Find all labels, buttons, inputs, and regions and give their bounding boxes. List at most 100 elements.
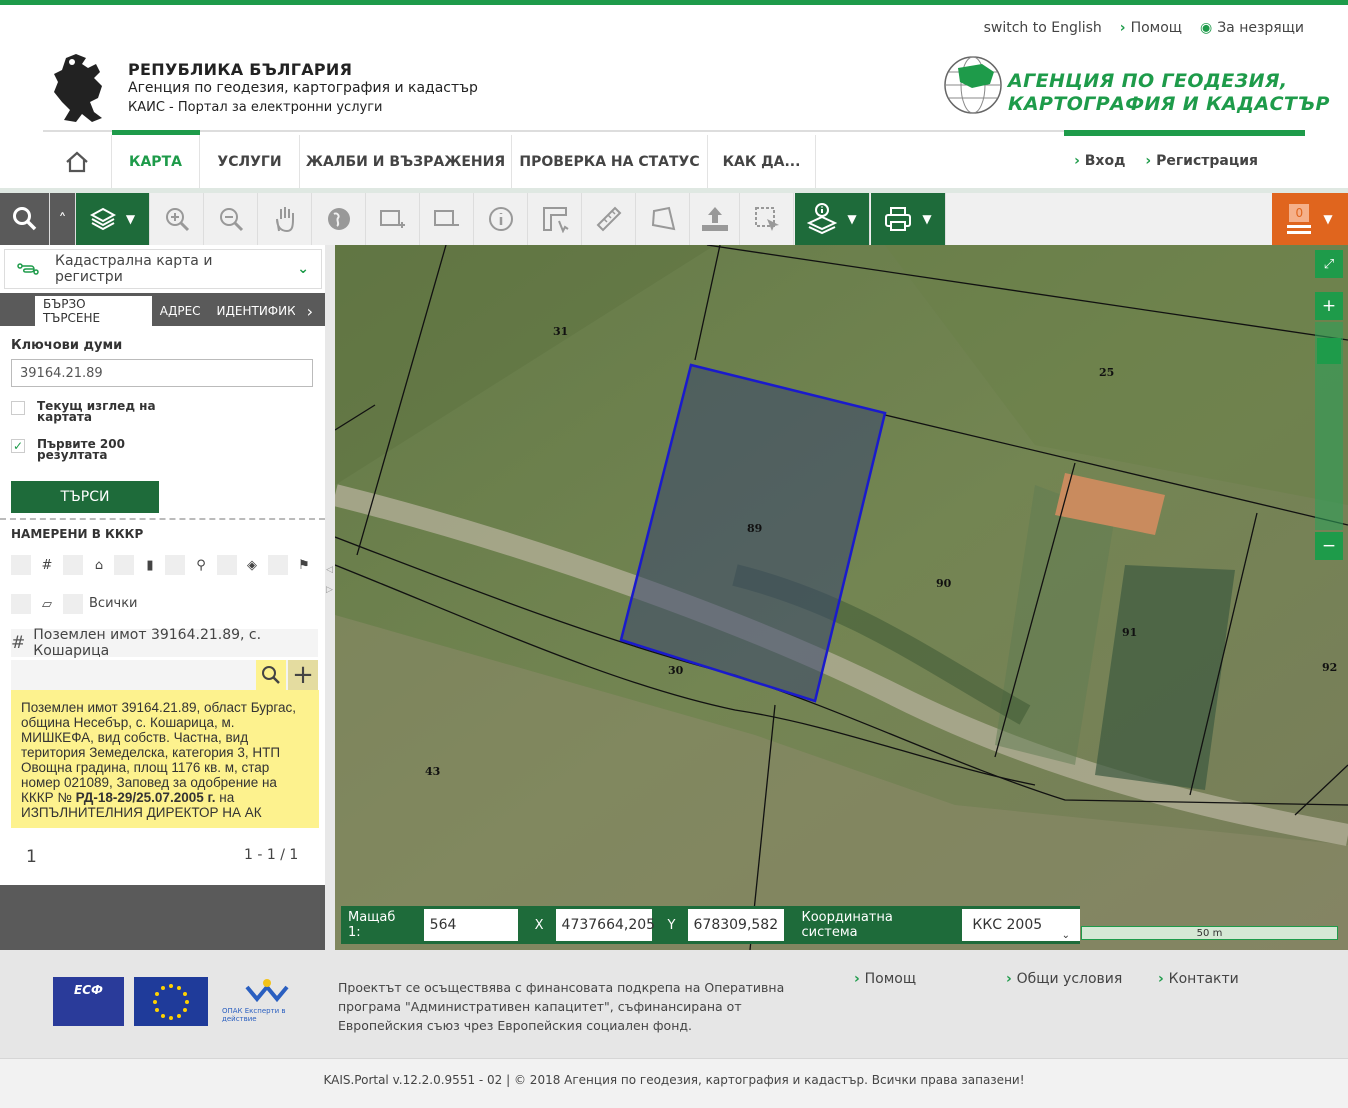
portal-subtitle: КАИС - Портал за електронни услуги — [128, 100, 383, 115]
list-icon: 0 — [1287, 204, 1312, 234]
polygon-icon — [651, 206, 676, 231]
agency-globe-logo[interactable] — [942, 54, 1004, 116]
zoom-in-tool[interactable] — [151, 193, 204, 245]
plus-icon: + — [292, 660, 314, 690]
satellite-map[interactable]: 31 25 89 90 91 92 30 43 — [335, 245, 1348, 950]
nav-how-to[interactable]: КАК ДА... — [708, 135, 816, 188]
footer-help-link[interactable]: › Помощ — [854, 971, 1006, 987]
project-funding-text: Проектът се осъществява с финансовата по… — [338, 980, 785, 1033]
filter-toggle-5[interactable] — [217, 555, 237, 575]
nav-map[interactable]: КАРТА — [112, 135, 200, 188]
opak-logo[interactable]: ОПАК Експерти в действие — [222, 977, 312, 1026]
parcel-label-89: 89 — [747, 522, 762, 535]
zoom-box-in-tool[interactable] — [367, 193, 420, 245]
add-to-cart-button[interactable]: + — [288, 660, 318, 690]
full-extent-tool[interactable] — [313, 193, 366, 245]
filter-toggle-7[interactable] — [11, 594, 31, 614]
switch-language-link[interactable]: switch to English — [984, 20, 1102, 36]
page-range: 1 - 1 / 1 — [244, 847, 299, 863]
tab-address[interactable]: АДРЕС — [152, 296, 209, 326]
tab-identifier[interactable]: ИДЕНТИФИКА — [209, 296, 295, 326]
filter-toggle-3[interactable] — [114, 555, 134, 575]
chevron-right-icon: › — [1006, 971, 1017, 987]
filter-toggle-1[interactable] — [11, 555, 31, 575]
measure-distance-tool[interactable] — [583, 193, 636, 245]
accessibility-link[interactable]: ◉ За незрящи — [1200, 20, 1304, 36]
layers-icon — [89, 207, 116, 231]
filter-toggle-6[interactable] — [268, 555, 288, 575]
upload-icon — [702, 207, 728, 231]
filter-toggle-4[interactable] — [165, 555, 185, 575]
crs-select[interactable]: ККС 2005 ⌄ — [962, 909, 1080, 941]
filter-all-label: Всички — [89, 596, 138, 611]
coordinates-bar: Мащаб 1: 564 X 4737664,205 Y 678309,582 … — [341, 906, 1080, 944]
sidebar-collapse-handle[interactable]: ◁ ▷ — [325, 245, 335, 950]
coat-of-arms-logo[interactable] — [48, 52, 114, 126]
search-tool-button[interactable] — [0, 193, 50, 245]
chevron-up-icon[interactable]: ˄ — [50, 193, 76, 245]
tab-quick-search[interactable]: БЪРЗО ТЪРСЕНЕ — [35, 296, 152, 326]
map-view[interactable]: 31 25 89 90 91 92 30 43 — [335, 245, 1348, 950]
cart-count: 0 — [1289, 204, 1310, 222]
current-view-label: Текущ изглед на картата — [37, 399, 156, 424]
switch-language-label: switch to English — [983, 20, 1102, 36]
login-link[interactable]: › Вход — [1074, 153, 1125, 169]
zoom-box-out-tool[interactable] — [421, 193, 474, 245]
zoom-out-button[interactable]: − — [1315, 532, 1343, 560]
nav-complaints[interactable]: ЖАЛБИ И ВЪЗРАЖЕНИЯ — [300, 135, 512, 188]
zoom-in-button[interactable]: + — [1315, 292, 1343, 320]
nav-services[interactable]: УСЛУГИ — [200, 135, 300, 188]
select-area-tool[interactable] — [741, 193, 794, 245]
parcel-label-92: 92 — [1322, 661, 1337, 674]
nav-status-check[interactable]: ПРОВЕРКА НА СТАТУС — [512, 135, 708, 188]
print-button[interactable]: ▼ — [871, 193, 946, 245]
current-view-checkbox[interactable] — [11, 401, 25, 415]
result-item[interactable]: # Поземлен имот 39164.21.89, с. Кошарица — [11, 627, 318, 659]
zoom-out-tool[interactable] — [205, 193, 258, 245]
measure-area-tool[interactable] — [529, 193, 582, 245]
keywords-input[interactable] — [11, 359, 313, 387]
parcel-grid-icon: # — [41, 557, 53, 573]
scale-label: Мащаб 1: — [348, 910, 396, 940]
footer-contacts-link[interactable]: › Контакти — [1158, 971, 1239, 987]
register-link[interactable]: › Регистрация — [1145, 153, 1258, 169]
upload-tool[interactable] — [691, 193, 740, 245]
layer-info-button[interactable]: ▼ — [795, 193, 870, 245]
esf-logo[interactable]: ЕСФ — [53, 977, 124, 1026]
y-coordinate-field[interactable]: 678309,582 — [687, 909, 784, 941]
info-icon — [489, 207, 513, 231]
eye-icon: ◉ — [1199, 20, 1213, 36]
first200-checkbox[interactable]: ✓ — [11, 439, 25, 453]
identify-tool[interactable] — [475, 193, 528, 245]
current-view-option: Текущ изглед на картата — [11, 399, 157, 424]
help-link[interactable]: › Помощ — [1120, 20, 1182, 36]
eu-flag-logo[interactable] — [134, 977, 208, 1026]
opak-wave-icon — [245, 979, 289, 1003]
parcel-label-30: 30 — [668, 664, 684, 677]
layer-dropdown[interactable]: Кадастрална карта и регистри ⌄ — [4, 249, 322, 289]
tabs-scroll-right-icon[interactable]: › — [295, 296, 325, 326]
copyright-text: KAIS.Portal v.12.2.0.9551 - 02 | © 2018 … — [323, 1073, 1025, 1087]
section-divider — [0, 518, 325, 520]
filter-toggle-2[interactable] — [63, 555, 83, 575]
fullscreen-button[interactable]: ⤢ — [1315, 250, 1343, 278]
chevron-right-icon: › — [1119, 20, 1126, 36]
x-coordinate-field[interactable]: 4737664,205 — [555, 909, 655, 941]
current-page[interactable]: 1 — [26, 847, 37, 867]
footer-terms-link[interactable]: › Общи условия — [1006, 971, 1158, 987]
keywords-label: Ключови думи — [11, 338, 123, 353]
filter-toggle-all[interactable] — [63, 594, 83, 614]
layers-button[interactable]: ▼ — [76, 193, 150, 245]
chevron-down-icon: ▼ — [1323, 212, 1333, 226]
pan-tool[interactable] — [259, 193, 312, 245]
draw-polygon-tool[interactable] — [637, 193, 690, 245]
scale-input[interactable]: 564 — [423, 909, 518, 941]
zoom-to-result-button[interactable] — [256, 660, 286, 690]
cart-button[interactable]: 0 ▼ — [1272, 193, 1348, 245]
opak-logo-text: ОПАК Експерти в действие — [222, 1007, 286, 1023]
layers-icon: ◈ — [247, 557, 257, 573]
collapse-arrow-icon: ◁ — [326, 565, 333, 575]
home-button[interactable] — [43, 135, 112, 188]
zoom-slider-handle[interactable] — [1317, 338, 1341, 364]
search-button[interactable]: ТЪРСИ — [11, 481, 159, 513]
